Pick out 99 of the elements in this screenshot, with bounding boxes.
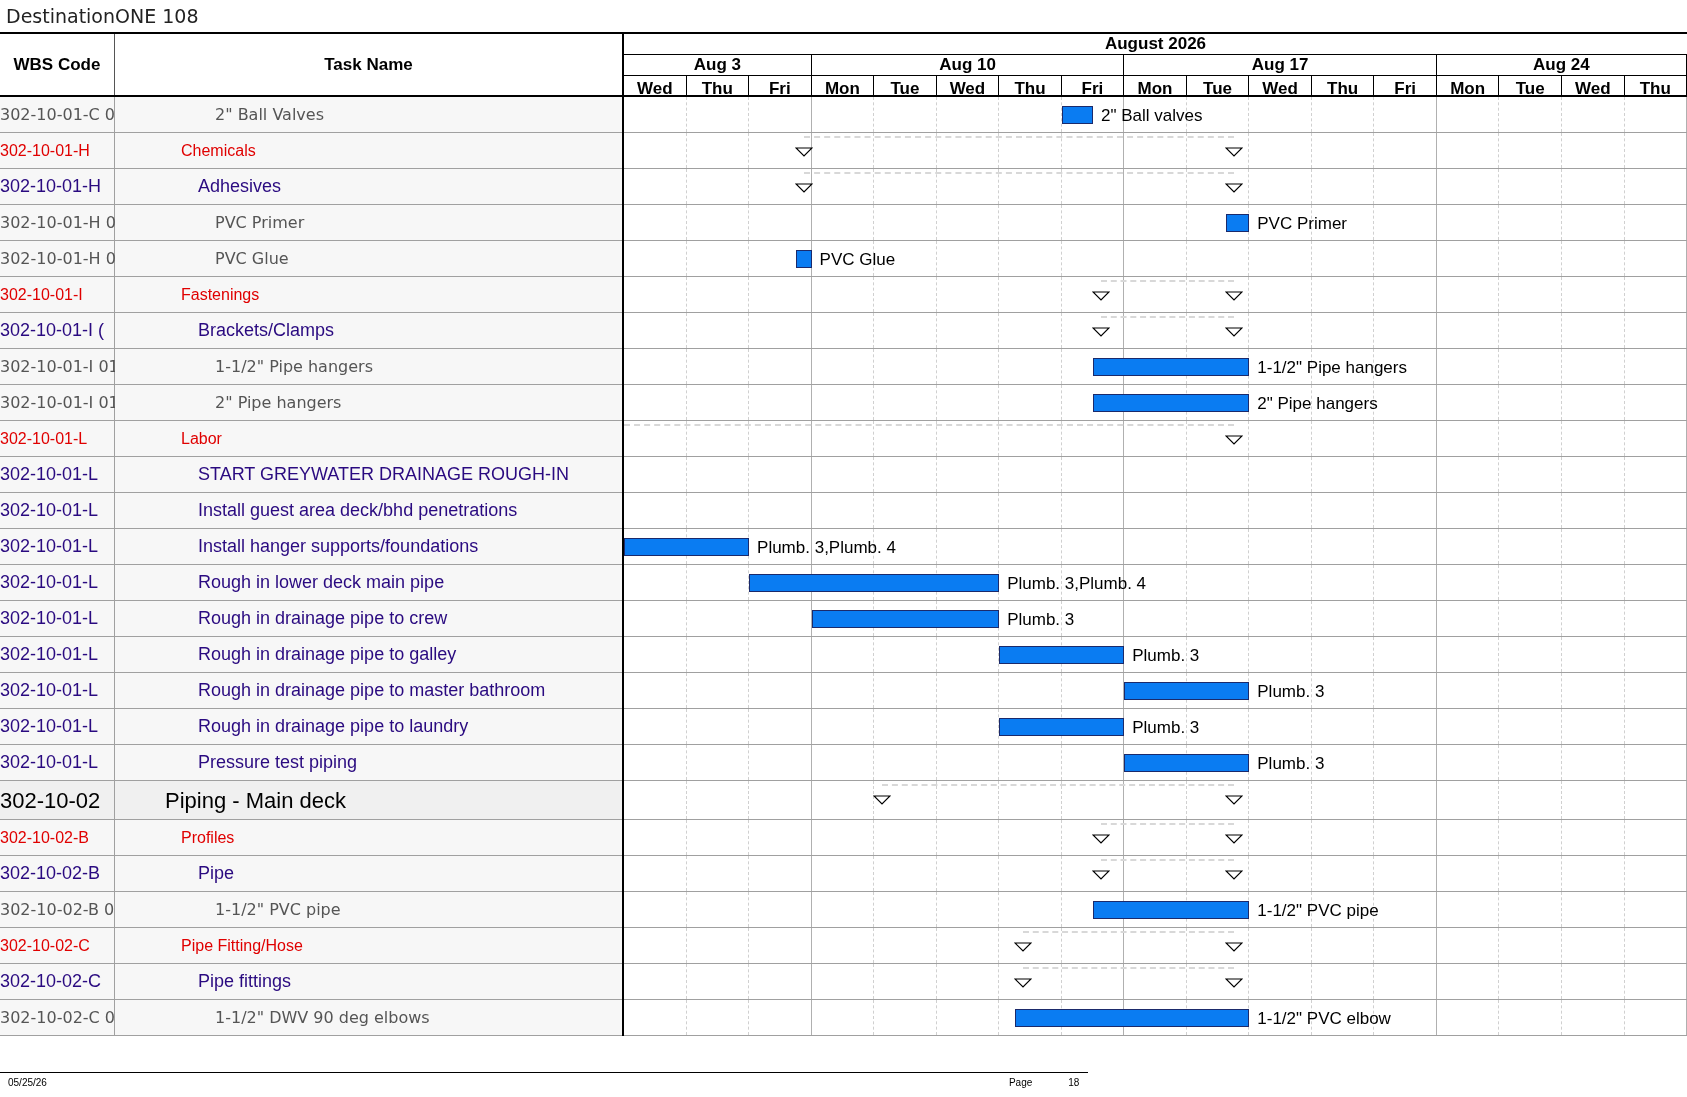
summary-marker-icon bbox=[1091, 327, 1110, 337]
task-bar[interactable] bbox=[795, 250, 812, 268]
wbs-code-cell: 302-10-01-L bbox=[0, 709, 115, 744]
bar-label: Plumb. 3,Plumb. 4 bbox=[1006, 573, 1147, 595]
summary-marker-icon bbox=[1224, 795, 1243, 805]
page-number: 18 bbox=[1068, 1076, 1080, 1090]
page-label: Page bbox=[1008, 1076, 1033, 1090]
wbs-code-cell: 302-10-01-L bbox=[0, 745, 115, 780]
summary-marker-icon bbox=[1091, 291, 1110, 301]
task-bar[interactable] bbox=[1225, 214, 1250, 232]
week-header: Aug 10 bbox=[811, 55, 1125, 75]
bar-label: 1-1/2" Pipe hangers bbox=[1256, 357, 1407, 379]
task-name-cell: Labor bbox=[115, 421, 622, 456]
column-header: Task Name bbox=[323, 53, 414, 76]
task-name-cell: Install guest area deck/bhd penetrations bbox=[115, 493, 622, 528]
wbs-code-cell: 302-10-02-B bbox=[0, 856, 115, 891]
task-name-cell: Install hanger supports/foundations bbox=[115, 529, 622, 564]
summary-marker-icon bbox=[1224, 834, 1243, 844]
wbs-code-cell: 302-10-01-C 0 bbox=[0, 97, 115, 132]
bar-label: Plumb. 3 bbox=[1256, 681, 1325, 703]
summary-marker-icon bbox=[872, 795, 891, 805]
task-name-cell: Chemicals bbox=[115, 133, 622, 168]
week-header: Aug 3 bbox=[624, 55, 812, 75]
bar-label: Plumb. 3,Plumb. 4 bbox=[756, 537, 896, 559]
wbs-code-cell: 302-10-01-I 01 bbox=[0, 385, 115, 420]
summary-marker-icon bbox=[1224, 978, 1243, 988]
month-header: August 2026 bbox=[624, 34, 1687, 55]
bar-label: Plumb. 3 bbox=[1131, 645, 1200, 667]
wbs-code-cell: 302-10-02-C bbox=[0, 964, 115, 999]
task-name-cell: 1-1/2" Pipe hangers bbox=[115, 349, 622, 384]
task-name-cell: Piping - Main deck bbox=[115, 781, 622, 819]
bar-label: Plumb. 3 bbox=[1006, 609, 1075, 631]
task-name-cell: PVC Glue bbox=[115, 241, 622, 276]
task-name-cell: Rough in lower deck main pipe bbox=[115, 565, 622, 600]
summary-marker-icon bbox=[1091, 870, 1110, 880]
wbs-code-cell: 302-10-02-C bbox=[0, 928, 115, 963]
wbs-code-cell: 302-10-01-H 0 bbox=[0, 241, 115, 276]
task-name-cell: Brackets/Clamps bbox=[115, 313, 622, 348]
bar-label: 1-1/2" PVC pipe bbox=[1256, 900, 1379, 922]
task-name-cell: Rough in drainage pipe to master bathroom bbox=[115, 673, 622, 708]
task-name-cell: Rough in drainage pipe to galley bbox=[115, 637, 622, 672]
task-name-cell: Fastenings bbox=[115, 277, 622, 312]
wbs-code-cell: 302-10-02-C 0 bbox=[0, 1000, 115, 1035]
task-name-cell: START GREYWATER DRAINAGE ROUGH-IN bbox=[115, 457, 622, 492]
week-header: Aug 17 bbox=[1124, 55, 1437, 75]
wbs-code-cell: 302-10-02-B bbox=[0, 820, 115, 855]
summary-marker-icon bbox=[1224, 291, 1243, 301]
wbs-code-cell: 302-10-01-H bbox=[0, 133, 115, 168]
wbs-code-cell: 302-10-01-I ( bbox=[0, 313, 115, 348]
wbs-code-cell: 302-10-01-L bbox=[0, 457, 115, 492]
task-name-cell: Pipe Fitting/Hose bbox=[115, 928, 622, 963]
task-name-cell: PVC Primer bbox=[115, 205, 622, 240]
wbs-code-cell: 302-10-01-L bbox=[0, 637, 115, 672]
bar-label: PVC Glue bbox=[818, 249, 896, 271]
summary-marker-icon bbox=[1013, 978, 1032, 988]
task-name-cell: 2" Ball Valves bbox=[115, 97, 622, 132]
task-name-cell: Pressure test piping bbox=[115, 745, 622, 780]
bar-label: 2" Pipe hangers bbox=[1256, 393, 1378, 415]
wbs-code-cell: 302-10-01-I 01 bbox=[0, 349, 115, 384]
bar-label: Plumb. 3 bbox=[1131, 717, 1200, 739]
task-name-cell: Adhesives bbox=[115, 169, 622, 204]
wbs-code-cell: 302-10-02-B 0 bbox=[0, 892, 115, 927]
summary-marker-icon bbox=[1224, 327, 1243, 337]
wbs-code-cell: 302-10-01-I bbox=[0, 277, 115, 312]
wbs-code-cell: 302-10-01-H bbox=[0, 169, 115, 204]
summary-marker-icon bbox=[794, 183, 813, 193]
wbs-code-cell: 302-10-01-L bbox=[0, 601, 115, 636]
wbs-code-cell: 302-10-01-L bbox=[0, 493, 115, 528]
wbs-code-cell: 302-10-02 bbox=[0, 781, 115, 819]
summary-marker-icon bbox=[1224, 183, 1243, 193]
wbs-code-cell: 302-10-01-L bbox=[0, 421, 115, 456]
task-name-cell: Pipe fittings bbox=[115, 964, 622, 999]
summary-marker-icon bbox=[1224, 147, 1243, 157]
task-name-cell: Pipe bbox=[115, 856, 622, 891]
week-header: Aug 24 bbox=[1436, 55, 1687, 75]
task-name-cell: 1-1/2" DWV 90 deg elbows bbox=[115, 1000, 622, 1035]
task-name-cell: 1-1/2" PVC pipe bbox=[115, 892, 622, 927]
wbs-code-cell: 302-10-01-H 0 bbox=[0, 205, 115, 240]
task-name-cell: Rough in drainage pipe to laundry bbox=[115, 709, 622, 744]
summary-marker-icon bbox=[1224, 942, 1243, 952]
bar-label: 2" Ball valves bbox=[1099, 105, 1203, 127]
summary-marker-icon bbox=[1224, 870, 1243, 880]
document-title: DestinationONE 108 bbox=[6, 3, 199, 29]
wbs-code-cell: 302-10-01-L bbox=[0, 565, 115, 600]
print-date: 05/25/26 bbox=[8, 1076, 47, 1090]
summary-marker-icon bbox=[1224, 435, 1243, 445]
bar-label: Plumb. 3 bbox=[1256, 753, 1325, 775]
task-name-cell: Profiles bbox=[115, 820, 622, 855]
bar-label: 1-1/2" PVC elbow bbox=[1256, 1008, 1391, 1030]
task-name-cell: Rough in drainage pipe to crew bbox=[115, 601, 622, 636]
wbs-code-cell: 302-10-01-L bbox=[0, 529, 115, 564]
task-name-cell: 2" Pipe hangers bbox=[115, 385, 622, 420]
summary-marker-icon bbox=[1013, 942, 1032, 952]
bar-label: PVC Primer bbox=[1256, 213, 1347, 235]
summary-marker-icon bbox=[794, 147, 813, 157]
wbs-code-cell: 302-10-01-L bbox=[0, 673, 115, 708]
column-header: WBS Code bbox=[0, 34, 115, 95]
task-bar[interactable] bbox=[1061, 106, 1093, 124]
summary-marker-icon bbox=[1091, 834, 1110, 844]
